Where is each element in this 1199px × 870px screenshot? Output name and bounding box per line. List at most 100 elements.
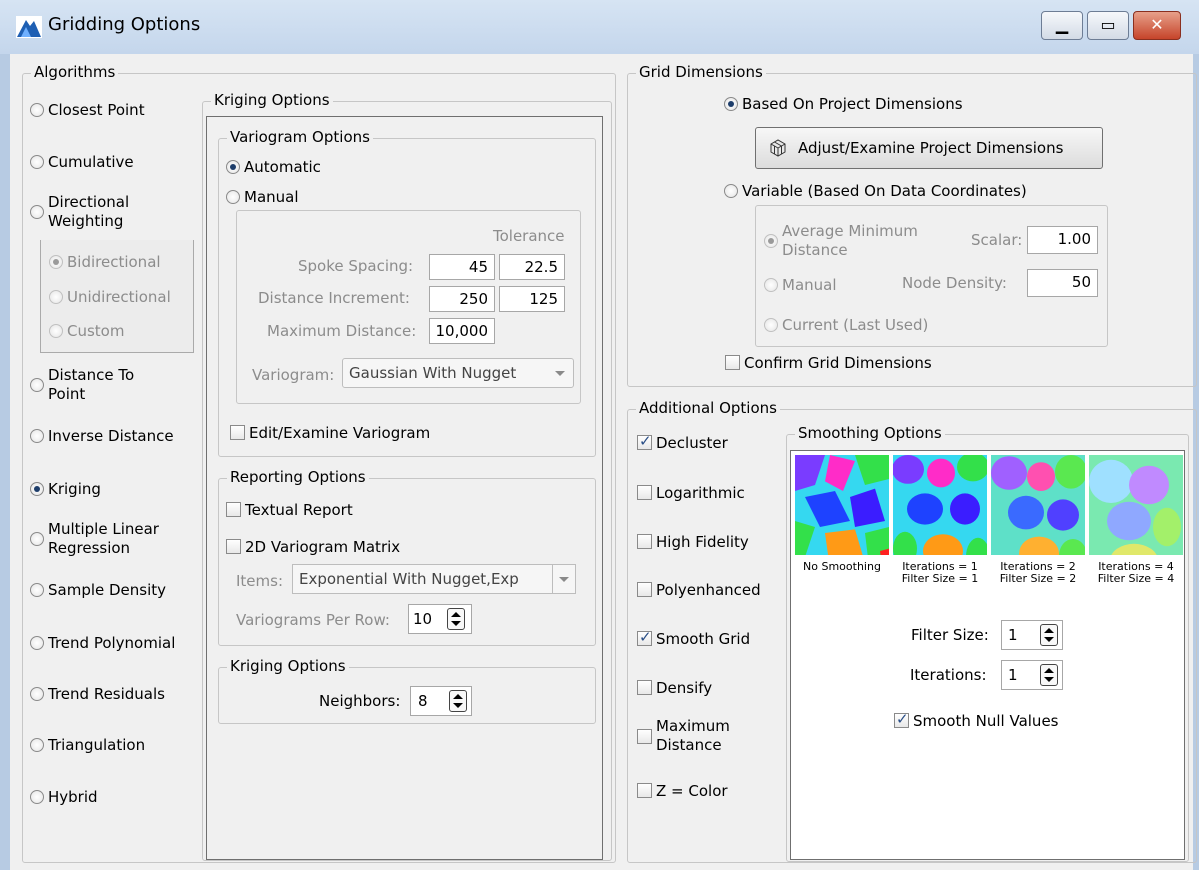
checkbox-polyenhanced[interactable]: Polyenhanced (637, 580, 761, 599)
checkbox-textual-report[interactable]: Textual Report (226, 500, 353, 519)
radio-custom[interactable]: Custom (49, 321, 124, 340)
filter-size-value: 1 (1008, 626, 1018, 644)
radio-hybrid[interactable]: Hybrid (30, 787, 98, 806)
radio-label: Trend Polynomial (48, 633, 176, 652)
checkbox-indicator (894, 710, 909, 728)
checkbox-label: Edit/Examine Variogram (249, 423, 431, 442)
radio-inverse-distance[interactable]: Inverse Distance (30, 426, 174, 445)
radio-directional-weighting[interactable]: Directional Weighting (30, 193, 129, 231)
maximize-icon: ▭ (1100, 15, 1116, 34)
radio-variogram-manual[interactable]: Manual (226, 187, 299, 206)
distance-increment-input[interactable]: 250 (429, 286, 495, 312)
iterations-label: Iterations: (910, 666, 987, 684)
title-bar[interactable]: Gridding Options ▁ ▭ ✕ (0, 0, 1199, 54)
radio-label: Closest Point (48, 100, 145, 119)
radio-variable-data-coordinates[interactable]: Variable (Based On Data Coordinates) (724, 181, 1027, 200)
mountain-app-icon (16, 16, 42, 38)
radio-label: Bidirectional (67, 252, 161, 271)
radio-label: Distance To Point (48, 366, 135, 403)
radio-sample-density[interactable]: Sample Density (30, 580, 166, 599)
spinner-arrows-icon[interactable] (1040, 664, 1058, 686)
checkbox-2d-variogram-matrix[interactable]: 2D Variogram Matrix (226, 537, 400, 556)
radio-label: Directional Weighting (48, 193, 130, 230)
variogram-type-select[interactable]: Gaussian With Nugget (342, 358, 574, 388)
radio-closest-point[interactable]: Closest Point (30, 100, 145, 119)
radio-distance-to-point[interactable]: Distance To Point (30, 366, 134, 404)
window-controls: ▁ ▭ ✕ (1037, 11, 1181, 40)
radio-average-minimum-distance[interactable]: Average Minimum Distance (764, 222, 918, 260)
iterations-stepper[interactable]: 1 (1001, 660, 1063, 690)
smoothing-options-title: Smoothing Options (795, 424, 945, 442)
minimize-button[interactable]: ▁ (1041, 11, 1083, 40)
radio-unidirectional[interactable]: Unidirectional (49, 287, 171, 306)
close-button[interactable]: ✕ (1133, 11, 1181, 40)
checkbox-indicator (637, 783, 652, 798)
radio-bidirectional[interactable]: Bidirectional (49, 252, 161, 271)
items-select[interactable]: Exponential With Nugget,Exp (292, 564, 576, 594)
radio-trend-polynomial[interactable]: Trend Polynomial (30, 633, 175, 652)
radio-kriging[interactable]: Kriging (30, 479, 101, 498)
spinner-arrows-icon[interactable] (449, 690, 467, 712)
checkbox-decluster[interactable]: Decluster (637, 432, 728, 452)
radio-indicator (49, 323, 63, 338)
node-density-input[interactable]: 50 (1027, 269, 1098, 297)
spinner-arrows-icon[interactable] (447, 608, 465, 630)
radio-indicator (30, 481, 44, 496)
radio-indicator (49, 289, 63, 304)
spinner-arrows-icon[interactable] (1040, 624, 1058, 646)
checkbox-smooth-grid[interactable]: Smooth Grid (637, 628, 750, 648)
adjust-project-dimensions-button[interactable]: Adjust/Examine Project Dimensions (755, 127, 1103, 169)
spoke-spacing-tolerance-input[interactable]: 22.5 (499, 254, 565, 280)
radio-trend-residuals[interactable]: Trend Residuals (30, 684, 165, 703)
radio-label: Based On Project Dimensions (742, 94, 963, 113)
radio-indicator (30, 737, 44, 752)
radio-label: Automatic (244, 157, 321, 176)
distance-increment-tolerance-input[interactable]: 125 (499, 286, 565, 312)
neighbors-stepper[interactable]: 8 (410, 686, 472, 716)
preview-filter-4 (1089, 455, 1183, 555)
radio-label: Sample Density (48, 580, 167, 599)
radio-label: Inverse Distance (48, 426, 174, 445)
radio-current-last-used[interactable]: Current (Last Used) (764, 315, 928, 334)
tolerance-header: Tolerance (493, 227, 565, 245)
scalar-input[interactable]: 1.00 (1027, 226, 1098, 254)
checkbox-confirm-grid-dimensions[interactable]: Confirm Grid Dimensions (725, 353, 932, 372)
window-frame-left (0, 54, 10, 870)
maximum-distance-input[interactable]: 10,000 (429, 318, 495, 344)
kriging-neighbors-group: Kriging Options (218, 657, 596, 724)
radio-label: Variable (Based On Data Coordinates) (742, 181, 1027, 200)
checkbox-z-color[interactable]: Z = Color (637, 781, 728, 800)
radio-indicator (764, 317, 778, 332)
items-value: Exponential With Nugget,Exp (299, 570, 519, 588)
radio-cumulative[interactable]: Cumulative (30, 152, 134, 171)
radio-manual-node-density[interactable]: Manual (764, 275, 837, 294)
spoke-spacing-input[interactable]: 45 (429, 254, 495, 280)
caption-filter-1: Iterations = 1 Filter Size = 1 (901, 560, 979, 585)
radio-triangulation[interactable]: Triangulation (30, 735, 145, 754)
minimize-icon: ▁ (1055, 15, 1069, 34)
variograms-per-row-stepper[interactable]: 10 (408, 604, 472, 634)
radio-indicator (30, 789, 44, 804)
checkbox-maximum-distance[interactable]: Maximum Distance (637, 717, 730, 755)
radio-label: Hybrid (48, 787, 98, 806)
radio-label: Average Minimum Distance (782, 222, 918, 259)
radio-indicator (30, 378, 44, 392)
variograms-per-row-value: 10 (413, 610, 433, 628)
radio-label: Multiple Linear Regression (48, 520, 159, 557)
checkbox-indicator (637, 534, 652, 549)
radio-multiple-linear-regression[interactable]: Multiple Linear Regression (30, 520, 159, 558)
gridding-options-window: Gridding Options ▁ ▭ ✕ Algorithms Closes… (0, 0, 1199, 870)
checkbox-logarithmic[interactable]: Logarithmic (637, 483, 745, 502)
maximize-button[interactable]: ▭ (1087, 11, 1129, 40)
close-icon: ✕ (1150, 15, 1164, 34)
radio-label: Triangulation (48, 735, 146, 754)
filter-size-stepper[interactable]: 1 (1001, 620, 1063, 650)
checkbox-label: Z = Color (656, 781, 728, 800)
checkbox-edit-examine-variogram[interactable]: Edit/Examine Variogram (230, 423, 430, 442)
radio-based-on-project[interactable]: Based On Project Dimensions (724, 94, 963, 113)
checkbox-label: Logarithmic (656, 483, 745, 502)
checkbox-densify[interactable]: Densify (637, 678, 712, 697)
radio-variogram-automatic[interactable]: Automatic (226, 157, 321, 176)
checkbox-high-fidelity[interactable]: High Fidelity (637, 532, 749, 551)
checkbox-smooth-null-values[interactable]: Smooth Null Values (894, 710, 1058, 730)
